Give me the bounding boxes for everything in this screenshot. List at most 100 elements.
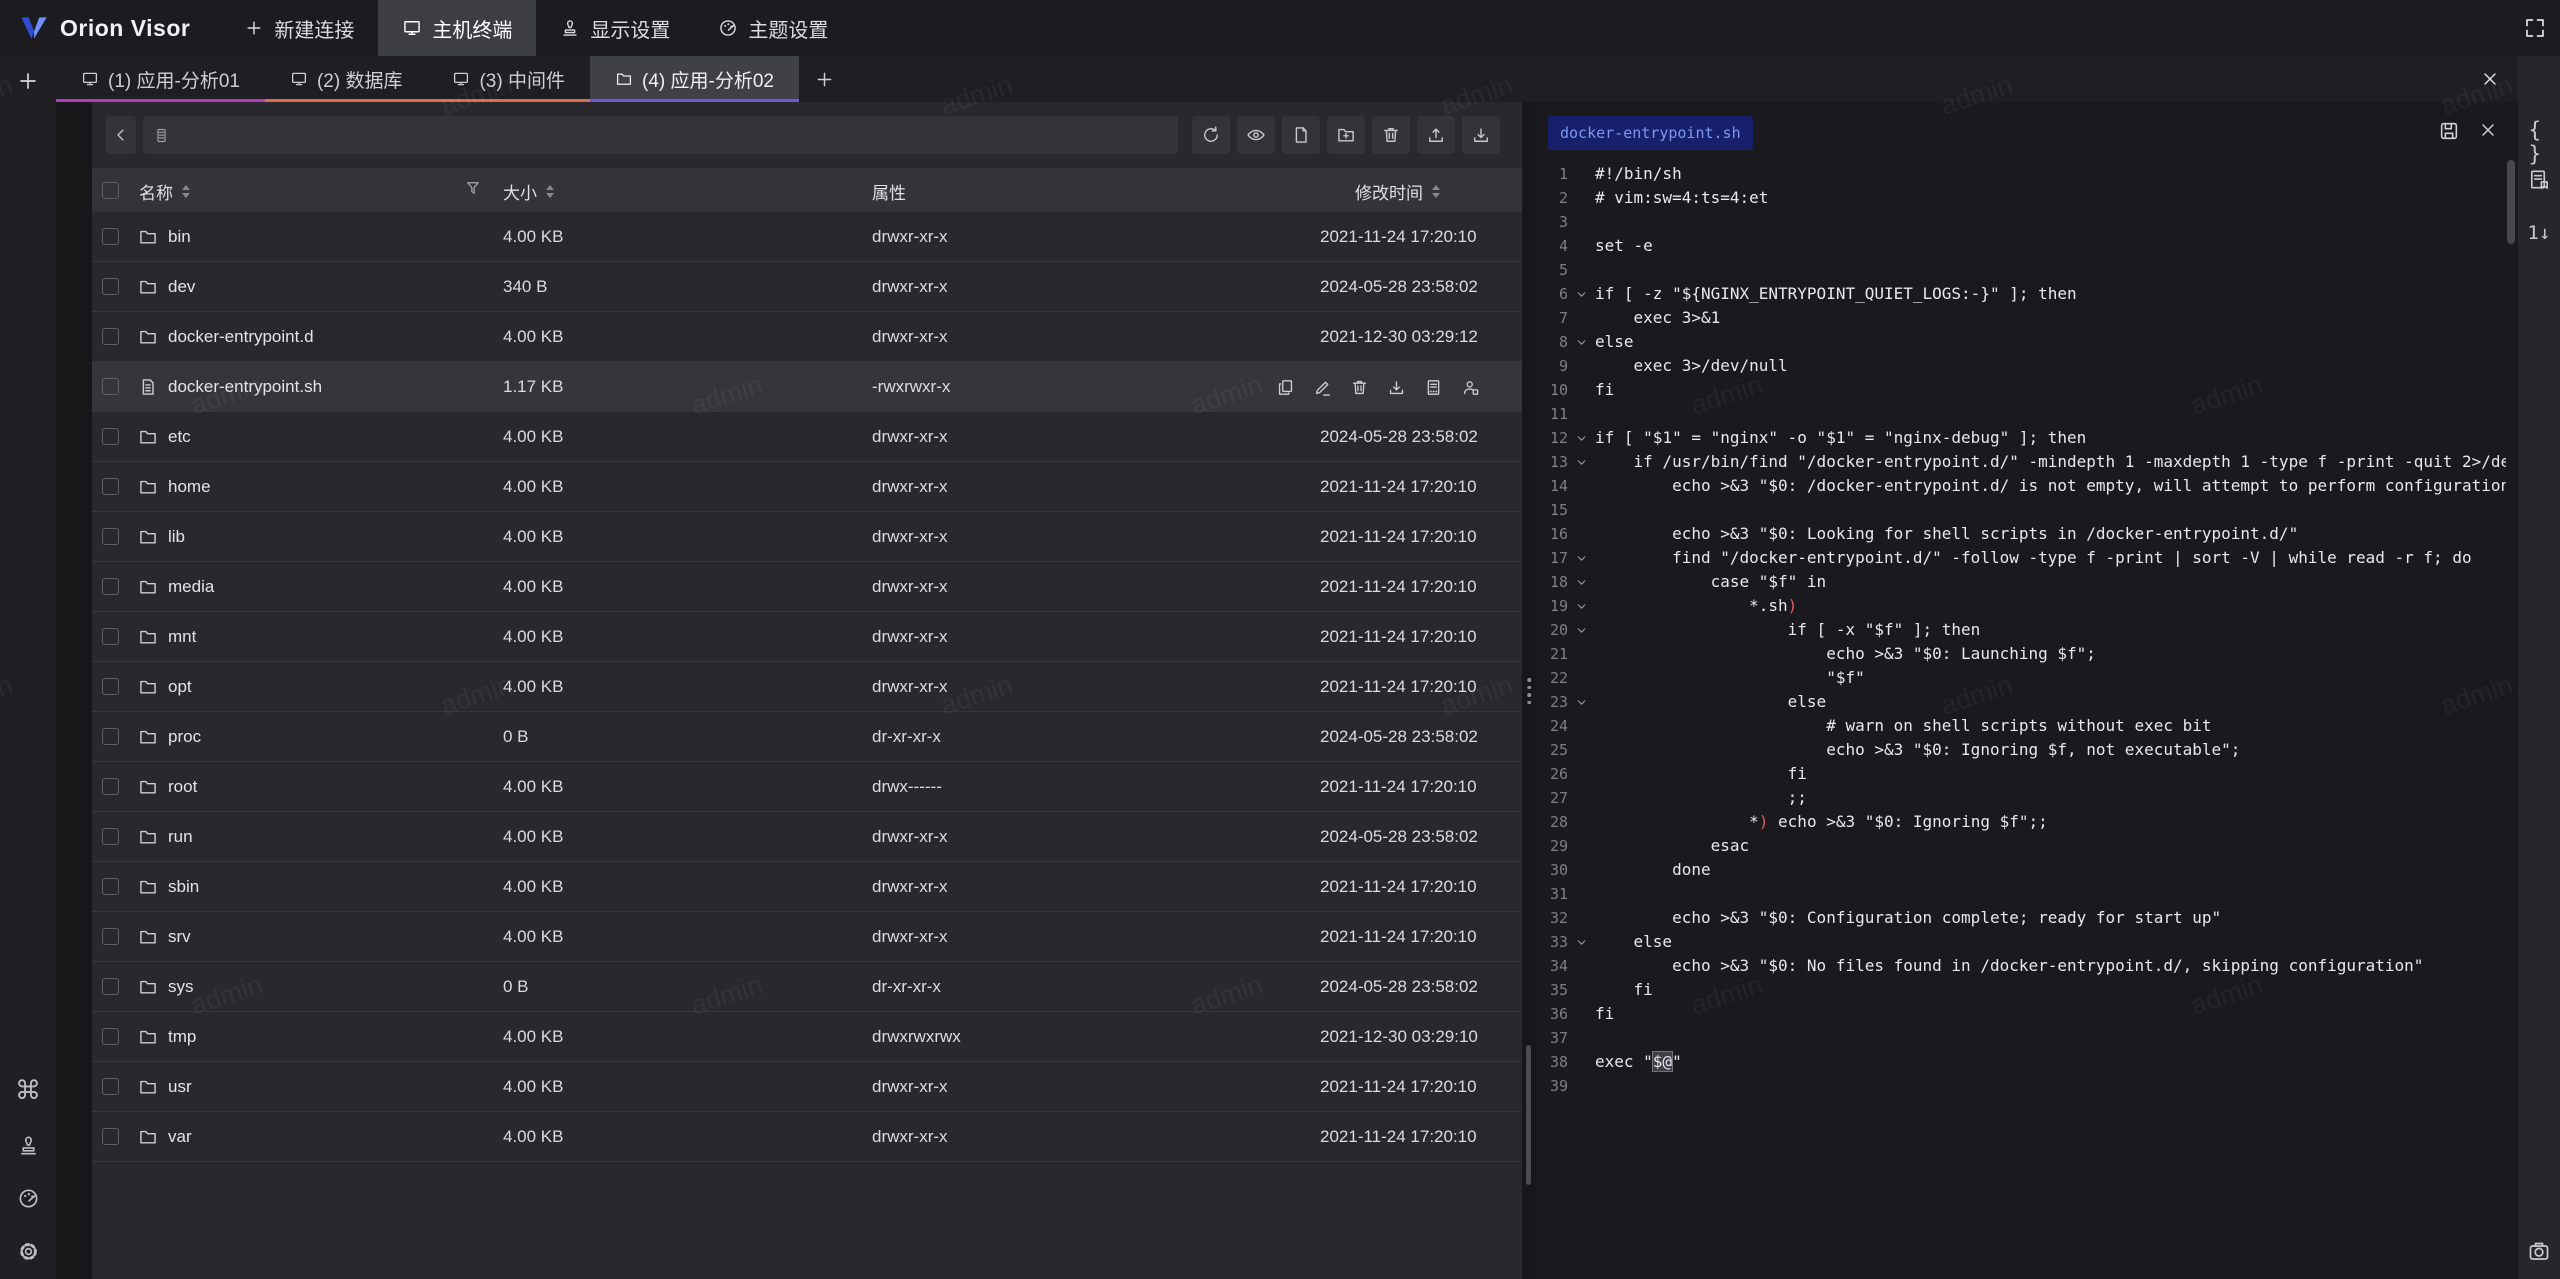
file-row-sys[interactable]: sys0 Bdr-xr-xr-x2024-05-28 23:58:02 [92, 962, 1522, 1012]
row-checkbox[interactable] [102, 778, 119, 795]
row-checkbox[interactable] [102, 378, 119, 395]
resize-handle[interactable] [1527, 678, 1531, 704]
file-row-docker-entrypoint.sh[interactable]: docker-entrypoint.sh1.17 KB-rwxrwxr-x [92, 362, 1522, 412]
terminal-tab-4[interactable]: (4) 应用-分析02 [590, 56, 799, 102]
file-row-srv[interactable]: srv4.00 KBdrwxr-xr-x2021-11-24 17:20:10 [92, 912, 1522, 962]
row-checkbox[interactable] [102, 578, 119, 595]
file-row-tmp[interactable]: tmp4.00 KBdrwxrwxrwx2021-12-30 03:29:10 [92, 1012, 1522, 1062]
file-row-lib[interactable]: lib4.00 KBdrwxr-xr-x2021-11-24 17:20:10 [92, 512, 1522, 562]
file-name[interactable]: sys [168, 962, 194, 1012]
menu-new-connection[interactable]: 新建连接 [220, 0, 378, 56]
new-folder-button[interactable] [1327, 116, 1365, 154]
file-row-mnt[interactable]: mnt4.00 KBdrwxr-xr-x2021-11-24 17:20:10 [92, 612, 1522, 662]
copy-button[interactable] [1276, 378, 1295, 397]
file-name[interactable]: media [168, 562, 214, 612]
delete-button[interactable] [1350, 378, 1369, 397]
filter-button[interactable] [464, 179, 482, 197]
braces-button[interactable]: { } [2529, 118, 2550, 166]
fold-toggle-icon[interactable] [1568, 456, 1595, 469]
row-checkbox[interactable] [102, 1078, 119, 1095]
row-checkbox[interactable] [102, 978, 119, 995]
file-name[interactable]: bin [168, 212, 191, 262]
screenshot-button[interactable] [2527, 1239, 2551, 1263]
fullscreen-button[interactable] [2523, 16, 2547, 40]
column-name[interactable]: 名称 [139, 179, 190, 204]
file-row-opt[interactable]: opt4.00 KBdrwxr-xr-x2021-11-24 17:20:10 [92, 662, 1522, 712]
row-checkbox[interactable] [102, 1028, 119, 1045]
menu-host-terminal[interactable]: 主机终端 [378, 0, 536, 56]
add-tab-button[interactable] [799, 56, 851, 102]
fold-toggle-icon[interactable] [1568, 624, 1595, 637]
file-row-docker-entrypoint.d[interactable]: docker-entrypoint.d4.00 KBdrwxr-xr-x2021… [92, 312, 1522, 362]
row-checkbox[interactable] [102, 228, 119, 245]
row-checkbox[interactable] [102, 1128, 119, 1145]
file-row-bin[interactable]: bin4.00 KBdrwxr-xr-x2021-11-24 17:20:10 [92, 212, 1522, 262]
close-editor-button[interactable] [2478, 120, 2498, 140]
fold-toggle-icon[interactable] [1568, 936, 1595, 949]
file-name[interactable]: docker-entrypoint.sh [168, 362, 322, 412]
rail-new-button[interactable] [16, 69, 40, 93]
file-name[interactable]: dev [168, 262, 195, 312]
menu-display-settings[interactable]: 显示设置 [536, 0, 694, 56]
file-row-etc[interactable]: etc4.00 KBdrwxr-xr-x2024-05-28 23:58:02 [92, 412, 1522, 462]
file-name[interactable]: etc [168, 412, 191, 462]
fold-toggle-icon[interactable] [1568, 432, 1595, 445]
row-checkbox[interactable] [102, 328, 119, 345]
terminal-tab-2[interactable]: (2) 数据库 [265, 56, 428, 102]
fold-toggle-icon[interactable] [1568, 336, 1595, 349]
column-size[interactable]: 大小 [503, 179, 554, 204]
download-button[interactable] [1462, 116, 1500, 154]
theme-settings-button[interactable] [17, 1187, 40, 1210]
upload-button[interactable] [1417, 116, 1455, 154]
fold-toggle-icon[interactable] [1568, 552, 1595, 565]
file-row-var[interactable]: var4.00 KBdrwxr-xr-x2021-11-24 17:20:10 [92, 1112, 1522, 1162]
row-checkbox[interactable] [102, 828, 119, 845]
row-checkbox[interactable] [102, 728, 119, 745]
file-row-usr[interactable]: usr4.00 KBdrwxr-xr-x2021-11-24 17:20:10 [92, 1062, 1522, 1112]
display-settings-button[interactable] [17, 1134, 40, 1157]
sort-name[interactable] [182, 185, 190, 198]
sort-size[interactable] [546, 185, 554, 198]
sort-lines-button[interactable]: 1↓ [2528, 222, 2551, 244]
shortcut-keys-button[interactable]: ⌘ [15, 1078, 41, 1104]
file-row-home[interactable]: home4.00 KBdrwxr-xr-x2021-11-24 17:20:10 [92, 462, 1522, 512]
file-name[interactable]: home [168, 462, 211, 512]
refresh-button[interactable] [1192, 116, 1230, 154]
preview-button[interactable] [1237, 116, 1275, 154]
checksum-button[interactable] [1424, 378, 1443, 397]
fold-toggle-icon[interactable] [1568, 696, 1595, 709]
file-row-proc[interactable]: proc0 Bdr-xr-xr-x2024-05-28 23:58:02 [92, 712, 1522, 762]
sftp-scrollbar-thumb[interactable] [1526, 1045, 1531, 1185]
file-name[interactable]: sbin [168, 862, 199, 912]
row-checkbox[interactable] [102, 678, 119, 695]
file-row-run[interactable]: run4.00 KBdrwxr-xr-x2024-05-28 23:58:02 [92, 812, 1522, 862]
delete-button[interactable] [1372, 116, 1410, 154]
file-info-button[interactable] [2528, 168, 2551, 191]
row-checkbox[interactable] [102, 428, 119, 445]
file-name[interactable]: docker-entrypoint.d [168, 312, 314, 362]
permission-button[interactable] [1461, 378, 1480, 397]
code-area[interactable]: 1#!/bin/sh2# vim:sw=4:ts=4:et34set -e56i… [1536, 162, 2506, 1279]
fold-toggle-icon[interactable] [1568, 288, 1595, 301]
column-mtime[interactable]: 修改时间 [1355, 179, 1440, 204]
new-file-button[interactable] [1282, 116, 1320, 154]
fold-toggle-icon[interactable] [1568, 576, 1595, 589]
file-row-dev[interactable]: dev340 Bdrwxr-xr-x2024-05-28 23:58:02 [92, 262, 1522, 312]
save-button[interactable] [2438, 120, 2460, 142]
close-terminal-button[interactable] [2480, 69, 2500, 89]
row-checkbox[interactable] [102, 878, 119, 895]
edit-button[interactable] [1313, 378, 1332, 397]
row-checkbox[interactable] [102, 278, 119, 295]
download-button[interactable] [1387, 378, 1406, 397]
row-checkbox[interactable] [102, 528, 119, 545]
back-button[interactable] [106, 116, 136, 154]
editor-scrollbar-thumb[interactable] [2507, 160, 2515, 244]
file-name[interactable]: lib [168, 512, 185, 562]
header-checkbox[interactable] [102, 182, 119, 199]
file-name[interactable]: tmp [168, 1012, 196, 1062]
file-name[interactable]: proc [168, 712, 201, 762]
file-row-root[interactable]: root4.00 KBdrwx------2021-11-24 17:20:10 [92, 762, 1522, 812]
fold-toggle-icon[interactable] [1568, 600, 1595, 613]
file-name[interactable]: srv [168, 912, 191, 962]
file-name[interactable]: mnt [168, 612, 196, 662]
